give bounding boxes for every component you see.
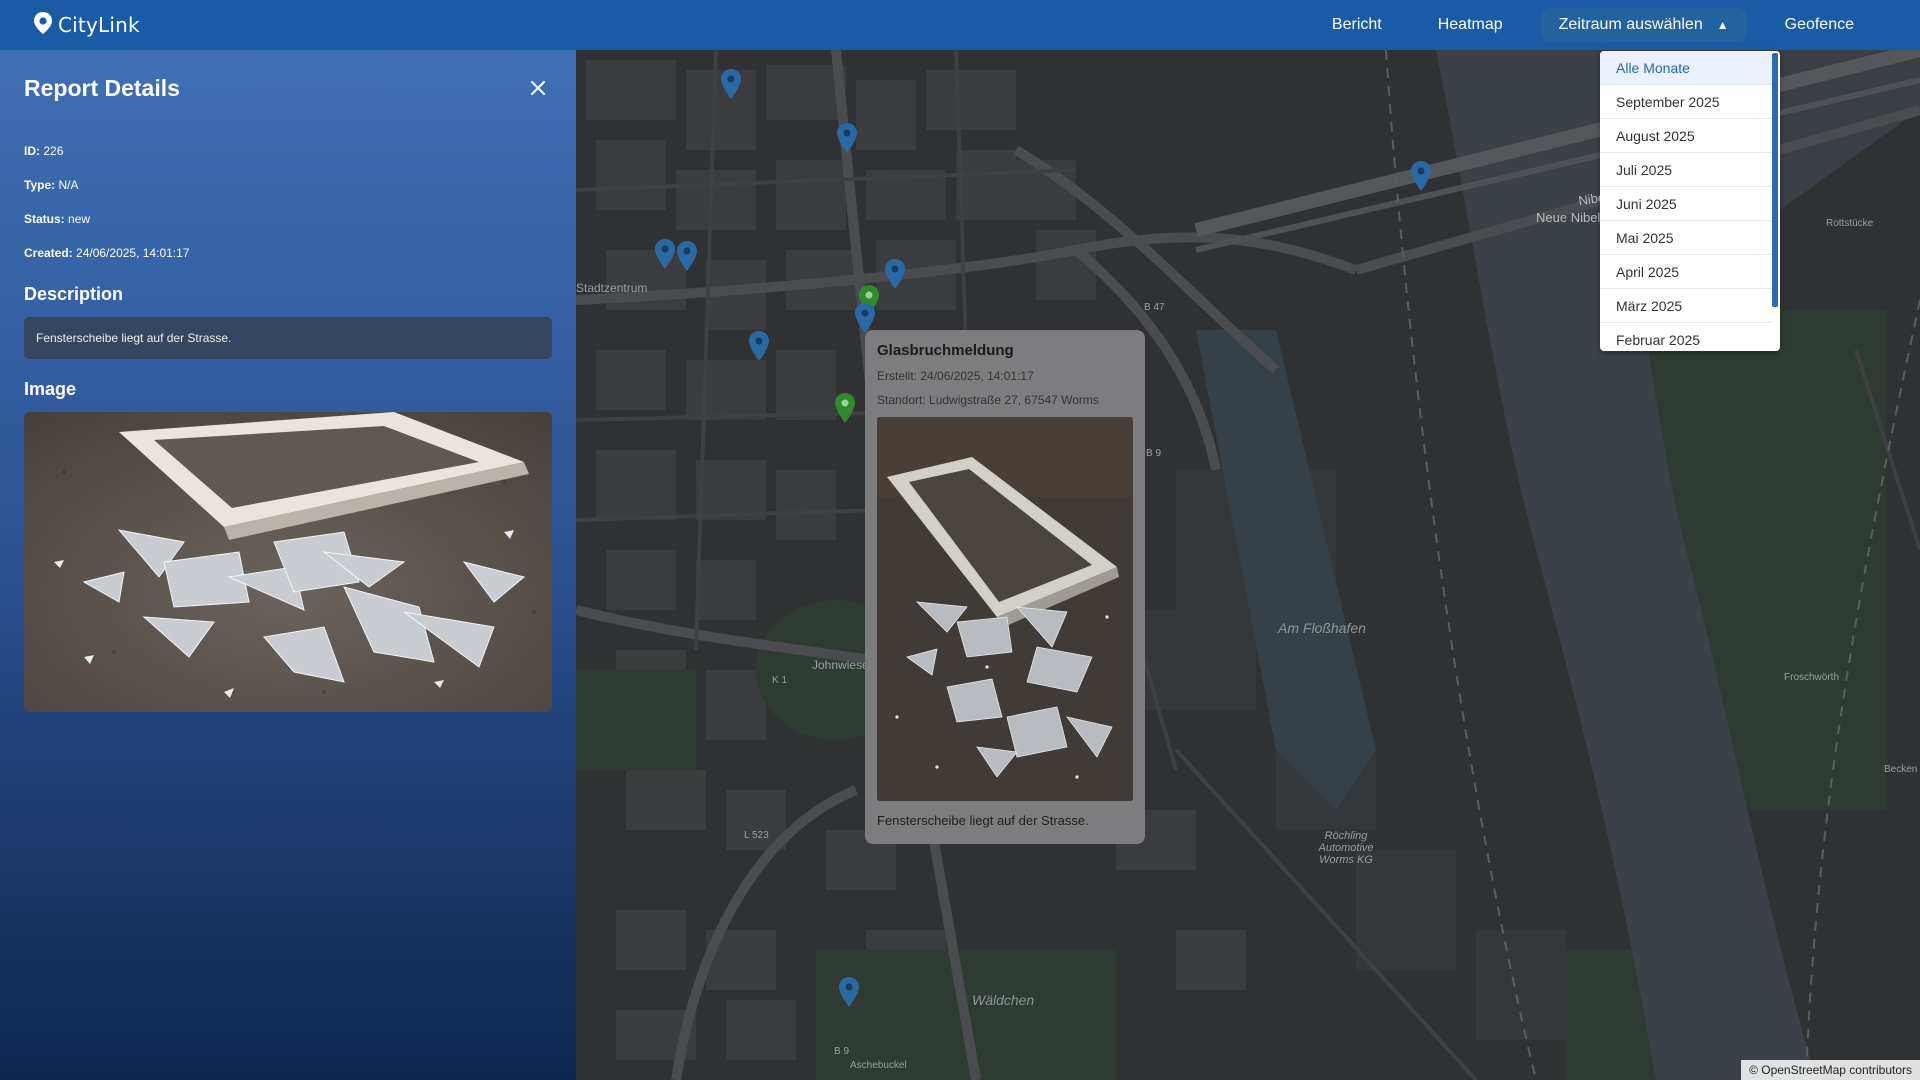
report-marker[interactable]: [654, 238, 676, 270]
map-pin-icon: [839, 977, 859, 1007]
map-pin-icon: [677, 241, 697, 271]
map-label-am-flosshafen: Am Floßhafen: [1278, 620, 1366, 636]
popup-description: Fensterscheibe liegt auf der Strasse.: [877, 813, 1089, 828]
period-option[interactable]: Juni 2025: [1600, 187, 1772, 221]
report-marker[interactable]: [836, 122, 858, 154]
map-label-waeldchen: Wäldchen: [972, 992, 1035, 1008]
main-nav: Bericht Heatmap Zeitraum auswählen ▲ Geo…: [1304, 0, 1882, 50]
popup-created: Erstellt: 24/06/2025, 14:01:17: [877, 369, 1034, 383]
report-marker[interactable]: [720, 68, 742, 100]
nav-heatmap[interactable]: Heatmap: [1410, 0, 1531, 50]
period-option[interactable]: März 2025: [1600, 289, 1772, 323]
map-label-b47: B 47: [1144, 302, 1165, 313]
period-option[interactable]: April 2025: [1600, 255, 1772, 289]
period-option[interactable]: Mai 2025: [1600, 221, 1772, 255]
report-type: Type: N/A: [24, 178, 79, 192]
panel-title: Report Details: [24, 74, 180, 101]
map-label-becken: Becken: [1884, 764, 1918, 775]
description-text: Fensterscheibe liegt auf der Strasse.: [24, 317, 552, 359]
map-pin-icon: [655, 239, 675, 269]
brand[interactable]: CityLink: [32, 11, 140, 40]
report-marker[interactable]: [748, 330, 770, 362]
period-option[interactable]: September 2025: [1600, 85, 1772, 119]
report-popup: Glasbruchmeldung Erstellt: 24/06/2025, 1…: [865, 330, 1145, 844]
report-marker[interactable]: [884, 258, 906, 290]
close-icon: [531, 81, 545, 95]
top-navigation-bar: CityLink Bericht Heatmap Zeitraum auswäh…: [0, 0, 1920, 50]
period-dropdown: Alle Monate September 2025 August 2025 J…: [1600, 51, 1780, 351]
brand-name: CityLink: [58, 13, 140, 37]
report-created: Created: 24/06/2025, 14:01:17: [24, 246, 190, 260]
period-option[interactable]: Alle Monate: [1600, 51, 1772, 85]
map-pin-icon: [835, 393, 855, 423]
map-label-l523: L 523: [744, 830, 769, 841]
report-marker[interactable]: [676, 240, 698, 272]
period-select-label: Zeitraum auswählen: [1558, 16, 1703, 33]
nav-geofence[interactable]: Geofence: [1757, 0, 1882, 50]
map-label-aschebuckel: Aschebuckel: [850, 1060, 907, 1071]
popup-photo[interactable]: [877, 417, 1133, 801]
report-photo[interactable]: [24, 412, 552, 712]
period-option[interactable]: August 2025: [1600, 119, 1772, 153]
nav-bericht[interactable]: Bericht: [1304, 0, 1410, 50]
description-heading: Description: [24, 284, 124, 304]
popup-location: Standort: Ludwigstraße 27, 67547 Worms: [877, 393, 1099, 407]
map-label-k1: K 1: [772, 675, 788, 686]
period-option[interactable]: Juli 2025: [1600, 153, 1772, 187]
report-marker[interactable]: [1410, 160, 1432, 192]
period-select-button[interactable]: Zeitraum auswählen ▲: [1540, 8, 1747, 42]
map-label-b9a: B 9: [1146, 448, 1162, 459]
map-pin-icon: [721, 69, 741, 99]
report-id: ID: 226: [24, 144, 64, 158]
map-attribution[interactable]: © OpenStreetMap contributors: [1741, 1060, 1920, 1080]
map-pin-icon: [1411, 161, 1431, 191]
close-button[interactable]: [524, 74, 552, 102]
image-heading: Image: [24, 379, 77, 399]
report-details-panel: Report Details ID: 226 Type: N/A Status:…: [0, 50, 576, 1080]
report-meta: ID: 226 Type: N/A Status: new Created: 2…: [24, 134, 552, 270]
map-label-rottstuecke: Rottstücke: [1826, 218, 1874, 229]
map-pin-icon: [885, 259, 905, 289]
report-marker[interactable]: [838, 976, 860, 1008]
caret-up-icon: ▲: [1716, 18, 1729, 32]
dropdown-scrollbar[interactable]: [1772, 53, 1778, 307]
period-options: Alle Monate September 2025 August 2025 J…: [1600, 51, 1772, 351]
map-label-b9b: B 9: [834, 1046, 850, 1057]
popup-title: Glasbruchmeldung: [877, 342, 1014, 359]
period-option[interactable]: Februar 2025: [1600, 323, 1772, 351]
map-pin-icon: [749, 331, 769, 361]
report-marker-green[interactable]: [834, 392, 856, 424]
location-pin-logo-icon: [32, 11, 54, 40]
map-pin-icon: [837, 123, 857, 153]
map-label-johnwiese: Johnwiese: [812, 658, 869, 672]
report-status: Status: new: [24, 212, 91, 226]
map-label-stadtzentrum: Stadtzentrum: [576, 281, 648, 295]
map-label-froschwoerth: Froschwörth: [1784, 672, 1840, 683]
map-label-roechling: Röchling Automotive Worms KG: [1318, 830, 1374, 866]
